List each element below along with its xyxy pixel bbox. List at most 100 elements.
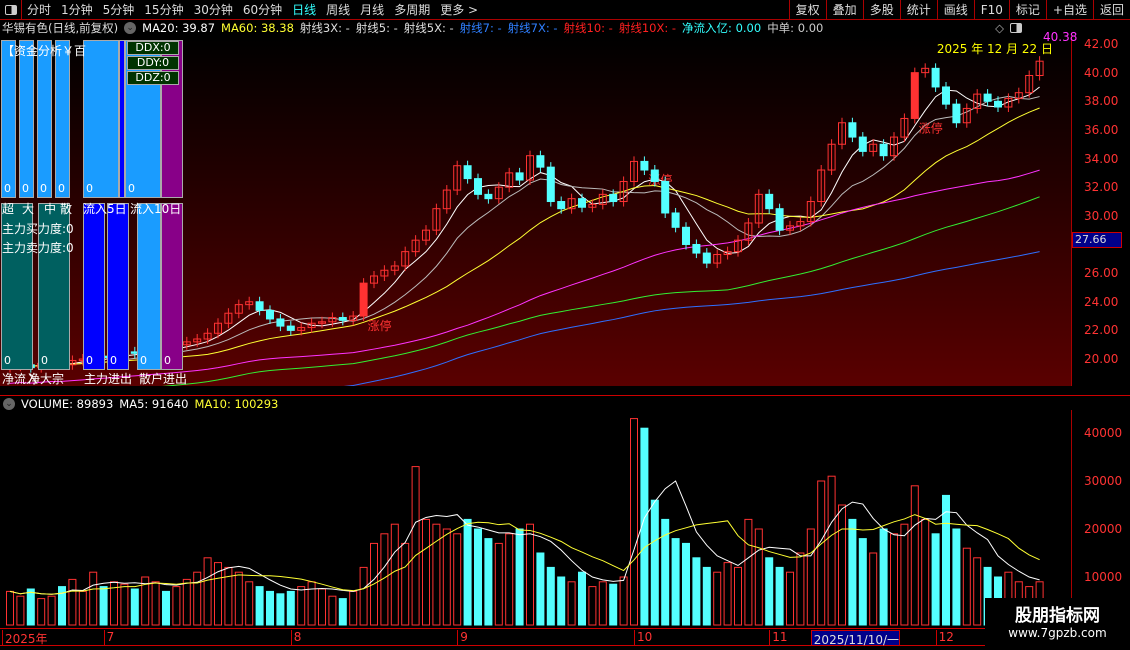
flow-label: 流入5日 [83,202,127,216]
volume-bar [442,528,451,626]
volume-bar [567,581,576,626]
volume-bar [494,542,503,626]
candle [910,72,919,119]
volume-bar [286,590,295,626]
candle [557,201,566,210]
fund-bar: 0 [107,203,129,370]
volume-bar [702,566,711,626]
indicator-value: 射线7X: - [507,21,558,35]
zero-value: 0 [86,354,93,367]
candle [536,155,545,168]
dropdown-icon[interactable]: ⌄ [124,22,137,34]
indicator-value: 净流入亿: 0.00 [682,21,762,35]
diamond-icon[interactable]: ◇ [995,21,1004,35]
toolbar-button-1[interactable]: 叠加 [825,0,863,20]
volume-bar [671,538,680,626]
indicator-value: 射线10X: - [618,21,677,35]
tab-1[interactable]: 1分钟 [56,1,98,18]
tab-6[interactable]: 日线 [287,1,321,18]
tab-10[interactable]: 更多 > [435,1,483,18]
date-label: 11 [769,630,787,646]
toolbar-button-4[interactable]: 画线 [936,0,974,20]
date-label: 8 [290,630,301,646]
volume-bar [349,590,358,626]
main-buy-strength: 主力买力度:0 [2,222,74,236]
date-label: 10 [634,630,652,646]
toolbar-button-5[interactable]: F10 [973,0,1009,20]
tab-5[interactable]: 60分钟 [238,1,287,18]
date-label: 2025/11/10/一 [810,630,901,647]
volume-bar [827,475,836,626]
fund-bar: 0 [137,203,161,370]
candle [276,318,285,327]
volume-bar [16,595,25,626]
volume-bar [744,518,753,626]
zero-value: 0 [22,182,29,195]
volume-bar [848,518,857,626]
tab-4[interactable]: 30分钟 [189,1,238,18]
watermark-name: 股朋指标网 [1015,606,1100,626]
candle [255,301,264,311]
fund-bar: 0 [1,40,16,198]
volume-bar [890,533,898,626]
volume-chart[interactable] [0,410,1072,628]
zero-value: 0 [128,182,135,195]
candle [858,136,867,152]
dropdown-icon[interactable]: ⌄ [3,398,15,410]
zero-value: 0 [58,182,65,195]
volume-bar [869,552,878,626]
tab-7[interactable]: 周线 [321,1,355,18]
tab-3[interactable]: 15分钟 [139,1,188,18]
ddx-badge: DDX:0 [127,41,179,55]
toolbar-button-7[interactable]: +自选 [1045,0,1093,20]
volume-bar [401,542,410,626]
volume-bar [630,418,638,626]
volume-bar [682,542,690,626]
panel-icon[interactable] [1010,23,1022,33]
volume-axis: 40000 30000 20000 10000 [1072,410,1130,628]
volume-bar [151,581,160,626]
indicator-value: 射线5: - [355,21,398,35]
toolbar-button-8[interactable]: 返回 [1092,0,1130,20]
zero-value: 0 [110,354,117,367]
volume-bar [754,528,763,626]
period-toolbar: 分时 1分钟 5分钟 15分钟 30分钟 60分钟 日线 周线 月线 多周期 更多 > 复权 叠加 多股… [0,0,1130,20]
volume-bar [650,499,659,626]
volume-bar [422,518,430,626]
panel-footer-label: 散户进出 [139,372,188,386]
indicator-value: 射线3X: - [299,21,350,35]
volume-bar [942,494,950,626]
indicator-value: 中单: 0.00 [767,21,824,35]
fund-bar: 0 [37,40,52,198]
volume-bar [806,528,815,626]
candle [266,309,274,320]
toolbar-button-3[interactable]: 统计 [899,0,937,20]
candle [983,93,992,102]
volume-bar [692,557,701,626]
price-tick: 34.00 [1084,151,1119,166]
toolbar-button-6[interactable]: 标记 [1008,0,1046,20]
fund-bar: 0 [19,40,34,198]
ddy-badge: DDY:0 [127,56,179,70]
tab-8[interactable]: 月线 [355,1,389,18]
tab-9[interactable]: 多周期 [389,1,435,18]
toolbar-button-2[interactable]: 多股 [862,0,900,20]
volume-bar [515,528,524,626]
price-tick: 38.00 [1084,94,1119,109]
toolbar-button-0[interactable]: 复权 [788,0,826,20]
volume-bar [245,581,254,626]
candle [359,282,368,317]
zero-value: 0 [4,354,11,367]
date-label: 12 [935,630,954,646]
panel-title: 【资金分析￥百 [2,44,87,58]
layout-toggle-button[interactable] [0,0,22,20]
volume-bar [910,485,919,626]
volume-bar [390,523,399,626]
panel-footer-label: 净大宗 [28,372,65,386]
candle [952,103,961,124]
divider [0,395,1130,396]
tab-0[interactable]: 分时 [22,1,56,18]
zero-value: 0 [140,354,147,367]
price-tick: 26.00 [1084,266,1119,281]
tab-2[interactable]: 5分钟 [98,1,140,18]
